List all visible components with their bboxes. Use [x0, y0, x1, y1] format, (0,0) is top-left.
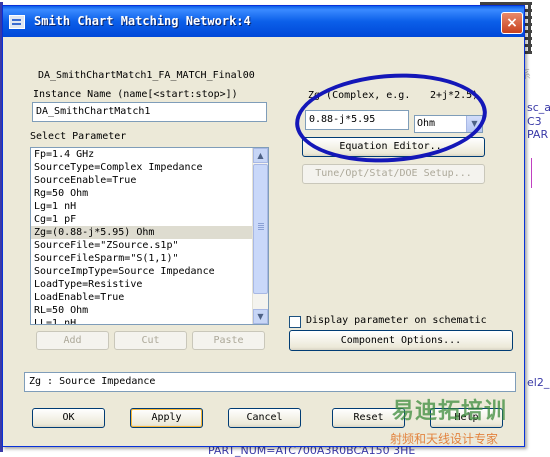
cut-button[interactable]: Cut [114, 331, 187, 350]
parameter-items: Fp=1.4 GHz SourceType=Complex Impedance So… [31, 148, 268, 324]
parameter-list[interactable]: Fp=1.4 GHz SourceType=Complex Impedance So… [30, 147, 269, 325]
window-title: Smith Chart Matching Network:4 [34, 14, 251, 28]
select-parameter-label: Select Parameter [30, 131, 127, 142]
paste-button[interactable]: Paste [192, 331, 265, 350]
parameter-list-item[interactable]: Lg=1 nH [31, 200, 268, 213]
instance-name-input[interactable]: DA_SmithChartMatch1 [32, 102, 267, 122]
watermark-subtitle: 射频和天线设计专家 [390, 432, 499, 446]
parameter-list-item[interactable]: Rg=50 Ohm [31, 187, 268, 200]
parameter-list-item[interactable]: LL=1 nH [31, 317, 268, 324]
parameter-list-item[interactable]: RL=50 Ohm [31, 304, 268, 317]
schematic-fragment-par: PAR [527, 128, 549, 141]
ok-button[interactable]: OK [32, 408, 105, 428]
parameter-list-item[interactable]: SourceFile="ZSource.s1p" [31, 239, 268, 252]
apply-button[interactable]: Apply [130, 408, 203, 428]
scroll-up-icon[interactable]: ▲ [253, 148, 268, 163]
parameter-list-item[interactable]: LoadEnable=True [31, 291, 268, 304]
scroll-thumb[interactable] [253, 164, 268, 294]
title-bar[interactable]: Smith Chart Matching Network:4 × [3, 6, 524, 37]
schematic-fragment-c3: C3 [527, 115, 542, 128]
close-button[interactable]: × [501, 12, 523, 34]
parameter-list-scrollbar[interactable]: ▲ ▼ [252, 148, 268, 324]
add-button[interactable]: Add [36, 331, 109, 350]
grip-icon [258, 223, 264, 224]
display-param-checkbox[interactable] [289, 316, 301, 328]
schematic-wire [531, 158, 532, 188]
tune-opt-setup-button[interactable]: Tune/Opt/Stat/DOE Setup... [302, 164, 485, 184]
instance-id-label: DA_SmithChartMatch1_FA_MATCH_Final00 [38, 70, 255, 81]
display-param-label: Display parameter on schematic [306, 315, 487, 326]
component-options-button[interactable]: Component Options... [289, 330, 513, 351]
watermark-logo-text: 易迪拓培训 [392, 399, 508, 424]
parameter-list-item[interactable]: SourceImpType=Source Impedance [31, 265, 268, 278]
schematic-fragment-sc: sc_a [527, 101, 550, 114]
schematic-fragment-el2: el2_ [527, 376, 550, 389]
scroll-down-icon[interactable]: ▼ [253, 309, 268, 324]
parameter-list-item[interactable]: SourceFileSparm="S(1,1)" [31, 252, 268, 265]
window-icon [9, 15, 25, 29]
parameter-list-item[interactable]: LoadType=Resistive [31, 278, 268, 291]
parameter-list-item[interactable]: Zg=(0.88-j*5.95) Ohm [31, 226, 268, 239]
smith-chart-dialog: Smith Chart Matching Network:4 × DA_Smit… [2, 5, 525, 447]
parameter-list-item[interactable]: SourceEnable=True [31, 174, 268, 187]
parameter-list-item[interactable]: SourceType=Complex Impedance [31, 161, 268, 174]
instance-name-label: Instance Name (name[<start:stop>]) [33, 89, 238, 100]
parameter-list-item[interactable]: Cg=1 pF [31, 213, 268, 226]
status-line: Zg : Source Impedance [24, 372, 516, 392]
parameter-list-item[interactable]: Fp=1.4 GHz [31, 148, 268, 161]
cancel-button[interactable]: Cancel [228, 408, 301, 428]
